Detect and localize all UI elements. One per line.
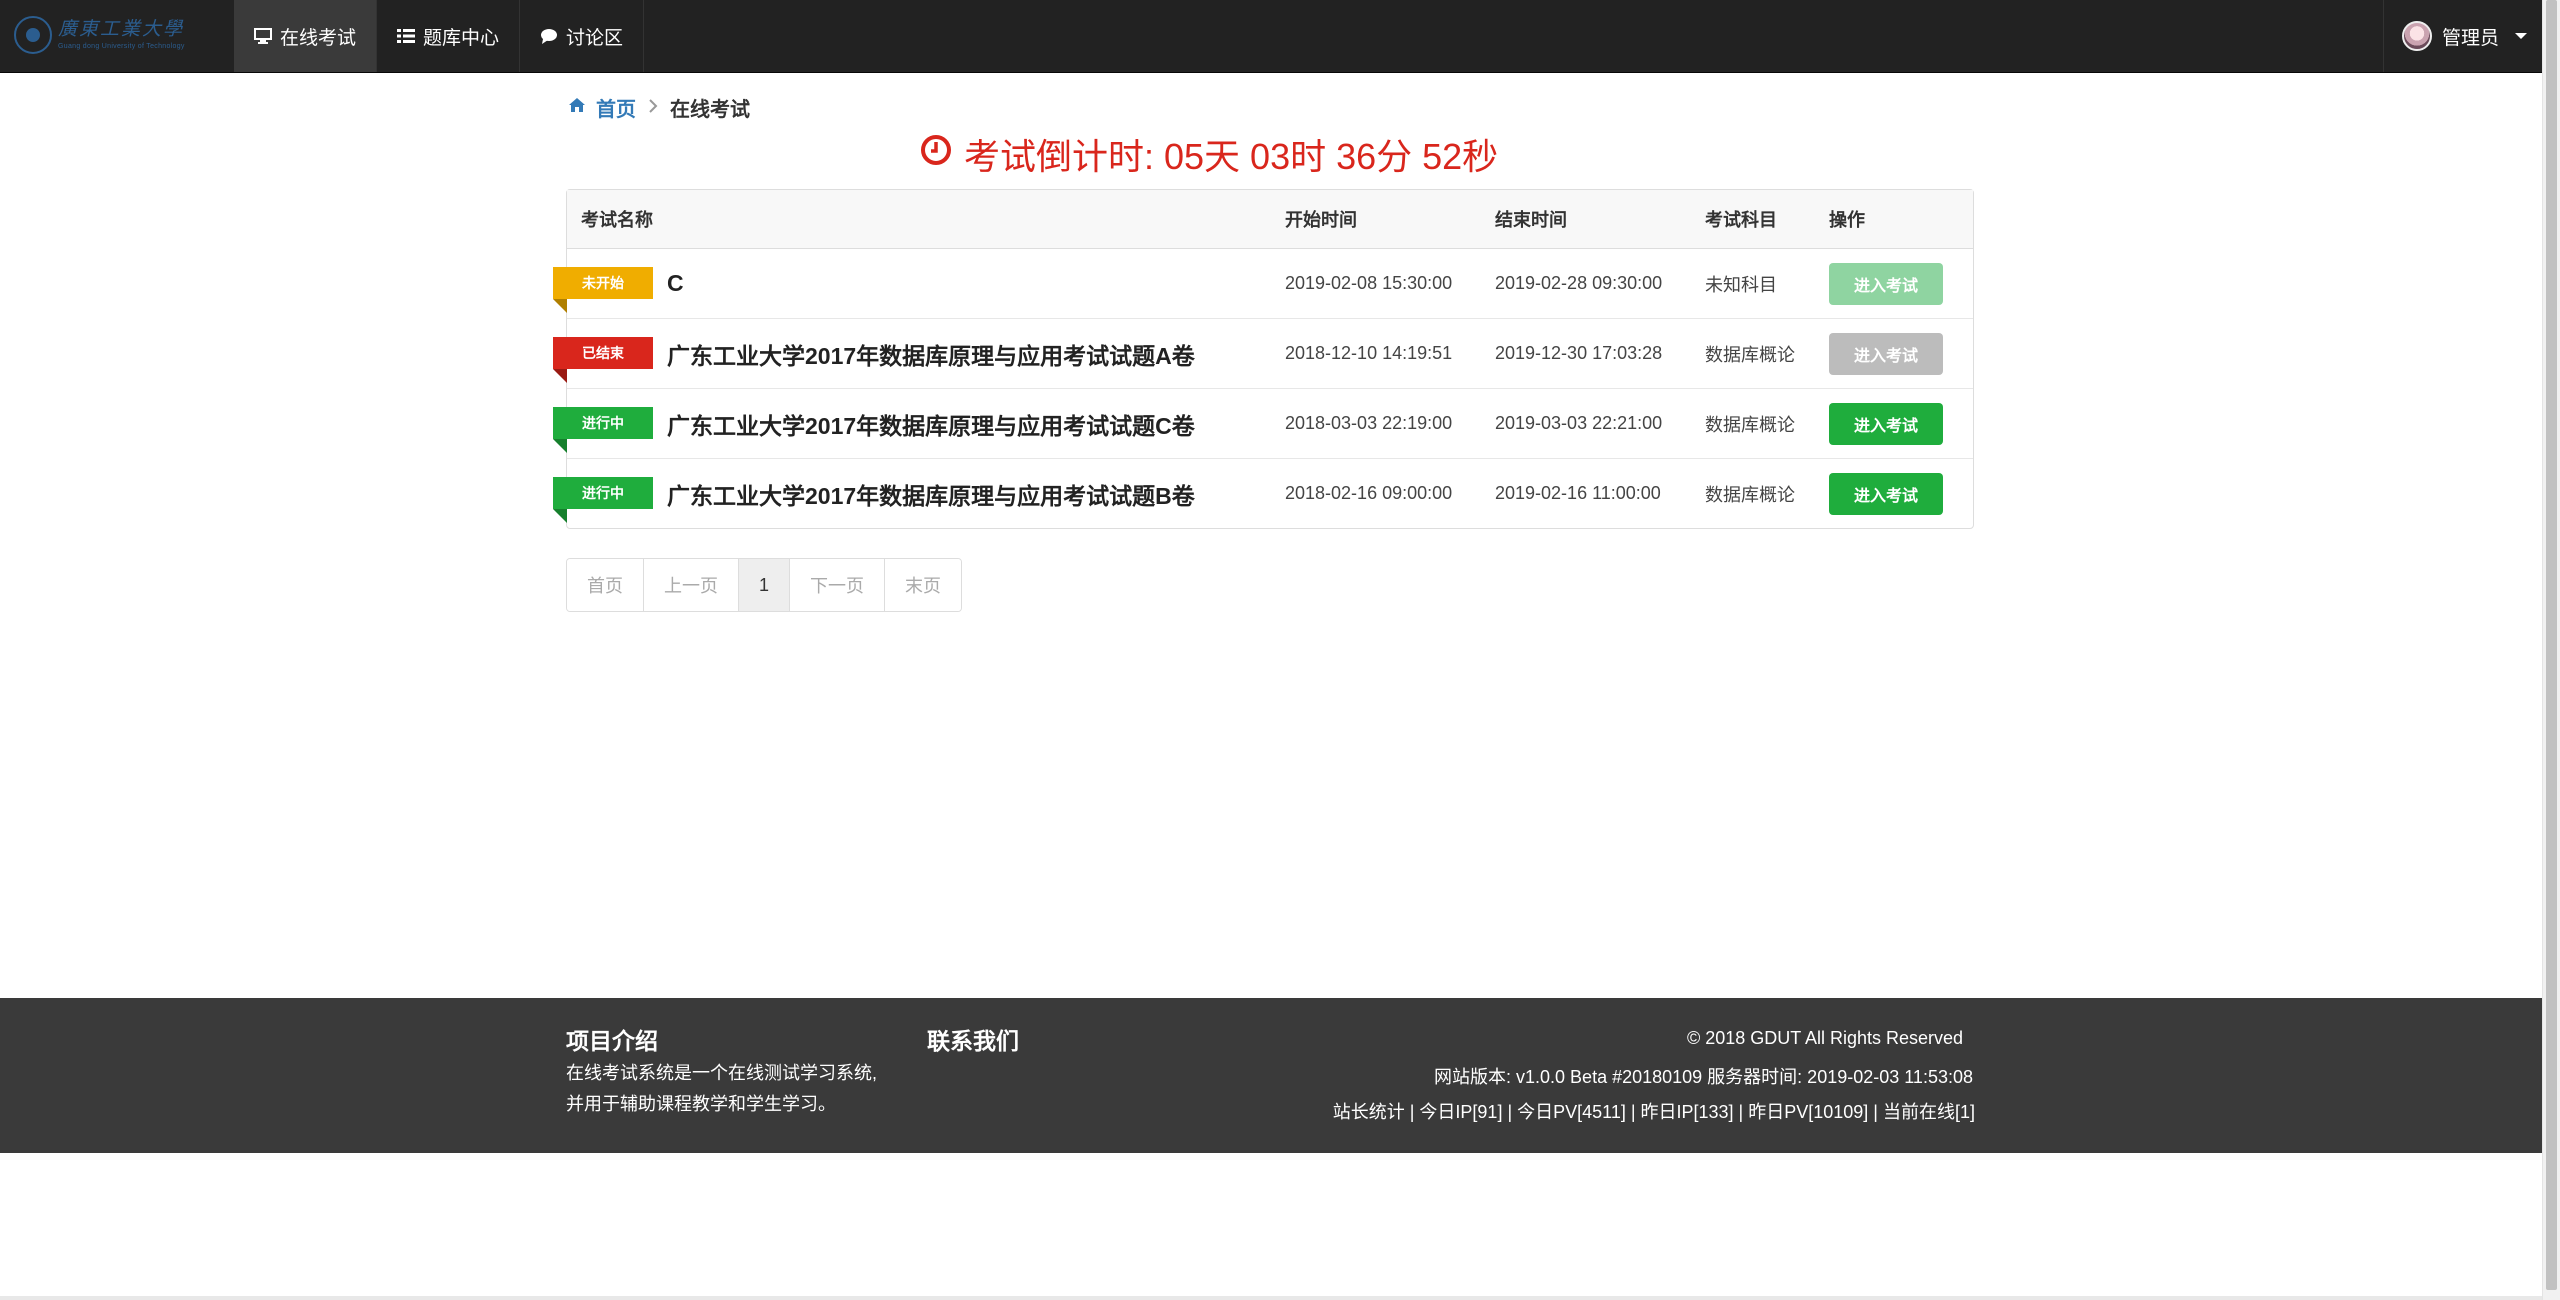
exam-countdown: 考试倒计时: 05天 03时 36分 52秒 xyxy=(920,130,1498,178)
enter-exam-button[interactable]: 进入考试 xyxy=(1829,402,1943,445)
list-icon xyxy=(397,28,416,44)
exam-start-time: 2018-02-16 09:00:00 xyxy=(1285,483,1453,503)
status-badge: 已结束 xyxy=(553,337,653,383)
enter-exam-button[interactable]: 进入考试 xyxy=(1829,332,1943,375)
page-current[interactable]: 1 xyxy=(739,559,791,611)
nav-tab-question-bank[interactable]: 题库中心 xyxy=(377,0,521,72)
exam-end-time: 2019-03-03 22:21:00 xyxy=(1495,413,1663,433)
bottom-divider xyxy=(0,1296,2543,1300)
user-dropdown[interactable]: 管理员 xyxy=(2382,0,2527,72)
footer: 项目介绍 在线考试系统是一个在线测试学习系统, 并用于辅助课程教学和学生学习。 … xyxy=(0,998,2543,1153)
chevron-right-icon xyxy=(648,97,658,118)
exam-name: 广东工业大学2017年数据库原理与应用考试试题A卷 xyxy=(667,342,1195,369)
status-badge: 进行中 xyxy=(553,407,653,453)
nav-tab-label: 讨论区 xyxy=(566,27,624,49)
exam-subject: 数据库概论 xyxy=(1705,344,1795,365)
page-first[interactable]: 首页 xyxy=(567,559,644,611)
nav-tab-online-exam[interactable]: 在线考试 xyxy=(234,0,378,72)
status-badge: 进行中 xyxy=(553,477,653,523)
action-cell: 进入考试 xyxy=(1829,389,1943,458)
exam-subject: 数据库概论 xyxy=(1705,484,1795,505)
exam-end-time: 2019-02-28 09:30:00 xyxy=(1495,273,1663,293)
breadcrumb: 首页 在线考试 xyxy=(568,93,750,122)
footer-about-line1: 在线考试系统是一个在线测试学习系统, xyxy=(566,1063,877,1083)
table-row: 已结束 广东工业大学2017年数据库原理与应用考试试题A卷 2018-12-10… xyxy=(553,319,1973,389)
exam-name: C xyxy=(667,270,684,296)
col-header-action: 操作 xyxy=(1829,210,1865,230)
exam-start-time: 2018-03-03 22:19:00 xyxy=(1285,413,1453,433)
nav-tab-discussion[interactable]: 讨论区 xyxy=(520,0,645,72)
exam-end-time: 2019-02-16 11:00:00 xyxy=(1495,483,1661,503)
enter-exam-button[interactable]: 进入考试 xyxy=(1829,262,1943,305)
avatar xyxy=(2401,21,2432,51)
exam-subject: 数据库概论 xyxy=(1705,414,1795,435)
pagination: 首页 上一页 1 下一页 末页 xyxy=(566,558,963,612)
top-navbar: 廣東工業大學 Guang dong University of Technolo… xyxy=(0,0,2543,73)
scrollbar-thumb[interactable] xyxy=(2546,0,2557,1290)
nav-tab-label: 题库中心 xyxy=(423,27,500,49)
table-row: 未开始 C 2019-02-08 15:30:00 2019-02-28 09:… xyxy=(553,249,1973,319)
comment-icon xyxy=(540,28,558,44)
table-row: 进行中 广东工业大学2017年数据库原理与应用考试试题C卷 2018-03-03… xyxy=(553,389,1973,459)
brand-name-cn: 廣東工業大學 xyxy=(58,18,185,40)
action-cell: 进入考试 xyxy=(1829,249,1943,318)
breadcrumb-current: 在线考试 xyxy=(670,98,750,121)
footer-about-title: 项目介绍 xyxy=(566,1028,658,1054)
countdown-text: 考试倒计时: 05天 03时 36分 52秒 xyxy=(964,136,1499,177)
clock-icon xyxy=(920,133,952,175)
university-emblem-icon xyxy=(14,16,52,54)
page-last[interactable]: 末页 xyxy=(885,559,962,611)
table-row: 进行中 广东工业大学2017年数据库原理与应用考试试题B卷 2018-02-16… xyxy=(553,459,1973,528)
nav-tab-label: 在线考试 xyxy=(280,27,357,49)
footer-about: 项目介绍 在线考试系统是一个在线测试学习系统, 并用于辅助课程教学和学生学习。 xyxy=(566,1022,877,1122)
exam-start-time: 2018-12-10 14:19:51 xyxy=(1285,343,1453,363)
action-cell: 进入考试 xyxy=(1829,319,1943,388)
exam-start-time: 2019-02-08 15:30:00 xyxy=(1285,273,1453,293)
main-nav: 在线考试 题库中心 讨论区 xyxy=(234,0,645,72)
col-header-name: 考试名称 xyxy=(581,210,653,230)
exam-table: 考试名称 开始时间 结束时间 考试科目 操作 未开始 C 2019-02-08 … xyxy=(553,189,1974,529)
page-next[interactable]: 下一页 xyxy=(790,559,886,611)
caret-down-icon xyxy=(2515,33,2527,39)
enter-exam-button[interactable]: 进入考试 xyxy=(1829,472,1943,515)
vertical-scrollbar[interactable] xyxy=(2542,0,2560,1300)
exam-end-time: 2019-12-30 17:03:28 xyxy=(1495,343,1663,363)
col-header-subject: 考试科目 xyxy=(1705,210,1777,230)
col-header-start: 开始时间 xyxy=(1285,210,1357,230)
exam-name: 广东工业大学2017年数据库原理与应用考试试题B卷 xyxy=(667,482,1195,509)
footer-version: 网站版本: v1.0.0 Beta #20180109 服务器时间: 2019-… xyxy=(1434,1067,1973,1087)
status-badge: 未开始 xyxy=(553,267,653,313)
exam-name: 广东工业大学2017年数据库原理与应用考试试题C卷 xyxy=(667,412,1195,439)
footer-stats[interactable]: 站长统计 | 今日IP[91] | 今日PV[4511] | 昨日IP[133]… xyxy=(1333,1098,1975,1124)
breadcrumb-home[interactable]: 首页 xyxy=(568,93,636,122)
brand-logo[interactable]: 廣東工業大學 Guang dong University of Technolo… xyxy=(14,10,204,60)
footer-about-line2: 并用于辅助课程教学和学生学习。 xyxy=(566,1094,836,1114)
col-header-end: 结束时间 xyxy=(1495,210,1567,230)
desktop-icon xyxy=(254,28,272,44)
table-header: 考试名称 开始时间 结束时间 考试科目 操作 xyxy=(567,190,1973,249)
brand-name-en: Guang dong University of Technology xyxy=(58,43,185,50)
footer-contact-title[interactable]: 联系我们 xyxy=(927,1022,1019,1056)
footer-copyright: © 2018 GDUT All Rights Reserved xyxy=(1686,1028,1963,1048)
breadcrumb-home-label: 首页 xyxy=(596,98,636,121)
exam-subject: 未知科目 xyxy=(1705,274,1777,295)
home-icon xyxy=(568,96,586,119)
user-name: 管理员 xyxy=(2441,27,2499,49)
brand-text: 廣東工業大學 Guang dong University of Technolo… xyxy=(58,18,185,51)
footer-contact: 联系我们 xyxy=(927,1022,1019,1056)
page-prev[interactable]: 上一页 xyxy=(644,559,739,611)
action-cell: 进入考试 xyxy=(1829,459,1943,528)
